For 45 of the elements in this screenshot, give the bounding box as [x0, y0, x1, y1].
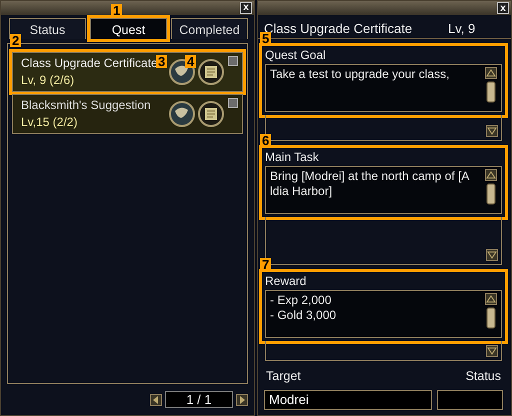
section-text: - Exp 2,000 - Gold 3,000	[270, 293, 338, 324]
left-arrow-icon	[151, 394, 161, 404]
page-indicator: 1 / 1	[165, 391, 233, 408]
section-label: Quest Goal	[265, 48, 327, 62]
item-checkbox[interactable]	[228, 98, 238, 108]
section-label: Reward	[265, 274, 308, 288]
status-label: Status	[466, 368, 501, 385]
callout-number: 4	[185, 54, 196, 68]
quest-level: Lv,15 (2/2)	[21, 114, 78, 131]
scroll-icon	[198, 100, 224, 127]
callout-number: 2	[10, 34, 22, 47]
quest-name: Class Upgrade Certificate	[264, 20, 414, 34]
previous-page-button[interactable]	[150, 394, 162, 406]
scroll-thumb-icon	[485, 183, 497, 205]
section-label: Main Task	[265, 150, 320, 164]
scroll-down-icon	[486, 125, 498, 137]
quest-level: Lv, 9 (2/6)	[21, 72, 74, 89]
callout-number: 6	[260, 134, 272, 147]
globe-icon	[169, 100, 195, 127]
quest-item[interactable]: Blacksmith's Suggestion Lv,15 (2/2)	[12, 94, 243, 134]
scroll-up-icon	[485, 169, 497, 181]
scroll-thumb-icon	[485, 307, 497, 329]
target-field: Modrei	[264, 390, 432, 410]
status-field	[436, 390, 503, 410]
section-text: Bring [Modrei] at the north camp of [A ldia Harbor]	[270, 169, 470, 200]
scroll-up-icon	[485, 67, 497, 79]
scroll-thumb-icon	[485, 81, 497, 103]
callout-number: 7	[260, 258, 272, 271]
section-text: Take a test to upgrade your class,	[270, 67, 450, 83]
scroll-up-icon	[485, 293, 497, 305]
next-page-button[interactable]	[236, 394, 248, 406]
close-button[interactable]: x	[240, 2, 252, 14]
tab[interactable]: Completed	[171, 18, 248, 39]
quest-level: Lv, 9	[448, 20, 476, 34]
scroll-down-icon	[486, 249, 498, 261]
scroll-down-icon	[486, 345, 498, 357]
callout-number: 5	[260, 32, 272, 45]
close-button[interactable]: x	[497, 2, 509, 14]
right-arrow-icon	[237, 394, 247, 404]
quest-title: Blacksmith's Suggestion	[21, 96, 151, 114]
item-checkbox[interactable]	[228, 56, 238, 66]
target-label: Target	[266, 368, 301, 385]
callout-number: 1	[111, 4, 122, 17]
globe-icon	[169, 58, 195, 85]
scroll-icon	[198, 58, 224, 85]
